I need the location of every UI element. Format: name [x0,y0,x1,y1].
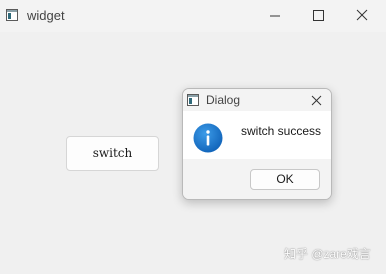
switch-button[interactable]: switch [66,136,159,171]
dialog-footer: OK [183,159,331,199]
dialog-title: Dialog [206,93,241,107]
dialog-message: switch success [241,124,322,138]
information-icon [193,123,223,153]
message-dialog: Dialog switch success OK [182,88,332,200]
window-titlebar[interactable]: widget [0,0,386,32]
minimize-button[interactable] [253,0,297,32]
close-icon [356,9,368,21]
window-app-icon [6,9,18,21]
maximize-button[interactable] [297,0,341,32]
dialog-titlebar[interactable]: Dialog [183,89,331,111]
main-window: widget switch Dialog switch success OK 知… [0,0,386,274]
dialog-close-icon[interactable] [306,91,326,111]
minimize-icon [270,15,280,17]
dialog-body: switch success [183,111,331,159]
maximize-icon [313,10,324,21]
ok-button[interactable]: OK [250,169,320,190]
window-title: widget [27,8,65,23]
dialog-app-icon [187,94,199,106]
watermark-text: 知乎 @zare戏言 [284,247,371,261]
close-button[interactable] [340,0,384,32]
